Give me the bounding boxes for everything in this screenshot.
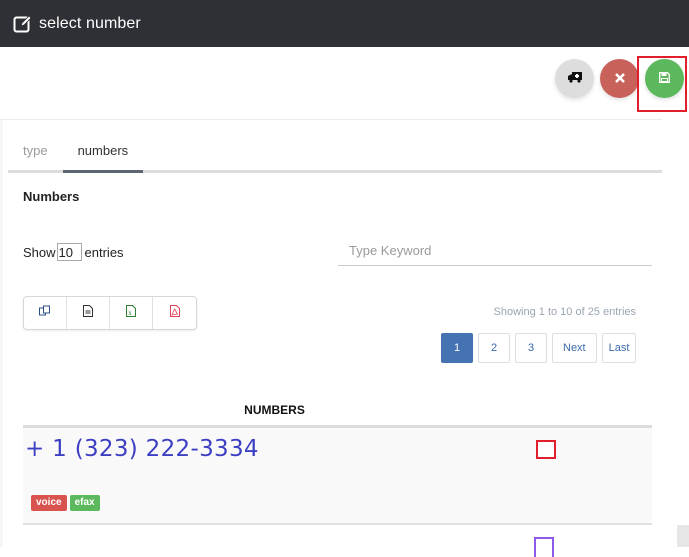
pagination: 1 2 3 Next Last <box>441 333 641 363</box>
copy-button[interactable] <box>24 297 67 329</box>
last-page-button[interactable]: Last <box>601 333 637 363</box>
table-row <box>23 528 652 557</box>
search-input[interactable] <box>338 236 652 266</box>
tab-bar: type numbers <box>8 133 662 173</box>
cancel-button[interactable] <box>600 59 639 98</box>
panel-edge <box>0 120 3 547</box>
save-icon <box>659 71 670 86</box>
phone-number: + 1 (323) 222-3334 <box>25 436 259 462</box>
row-checkbox[interactable] <box>536 440 556 459</box>
excel-icon: x <box>126 304 136 322</box>
row-checkbox[interactable] <box>534 537 554 557</box>
copy-icon <box>39 304 51 322</box>
entries-label: entries <box>84 244 124 260</box>
pdf-button[interactable] <box>153 297 196 329</box>
show-label: Show <box>23 244 56 260</box>
page-1-button[interactable]: 1 <box>441 333 473 363</box>
svg-text:x: x <box>128 309 132 317</box>
edit-icon <box>13 14 33 34</box>
section-title: Numbers <box>23 189 80 204</box>
page-length: Show entries <box>23 243 124 261</box>
page-length-input[interactable] <box>56 243 82 261</box>
tab-type[interactable]: type <box>8 133 63 170</box>
page-2-button[interactable]: 2 <box>478 333 510 363</box>
export-button-group: x <box>23 296 197 330</box>
voice-badge: voice <box>31 495 67 511</box>
scrollbar-thumb[interactable] <box>677 525 689 547</box>
efax-badge: efax <box>69 495 100 511</box>
table-row: + 1 (323) 222-3334 voice efax <box>23 428 652 525</box>
numbers-table: NUMBERS + 1 (323) 222-3334 voice efax <box>23 397 652 525</box>
select-cell <box>526 428 652 523</box>
excel-button[interactable]: x <box>110 297 153 329</box>
save-button[interactable] <box>645 59 684 98</box>
truck-icon <box>567 71 582 86</box>
next-page-button[interactable]: Next <box>552 333 597 363</box>
number-cell: + 1 (323) 222-3334 voice efax <box>23 428 526 523</box>
column-header-numbers: NUMBERS <box>23 397 652 428</box>
dialog-title: select number <box>39 14 141 32</box>
title-bar: select number <box>0 0 689 47</box>
page-3-button[interactable]: 3 <box>515 333 547 363</box>
csv-button[interactable] <box>67 297 110 329</box>
document-icon <box>83 304 93 322</box>
tab-numbers[interactable]: numbers <box>62 133 144 173</box>
divider <box>0 119 662 120</box>
truck-button[interactable] <box>555 59 594 98</box>
close-icon <box>614 71 625 86</box>
pdf-icon <box>169 304 180 322</box>
badge-list: voice efax <box>31 495 103 511</box>
table-info: Showing 1 to 10 of 25 entries <box>493 306 636 318</box>
